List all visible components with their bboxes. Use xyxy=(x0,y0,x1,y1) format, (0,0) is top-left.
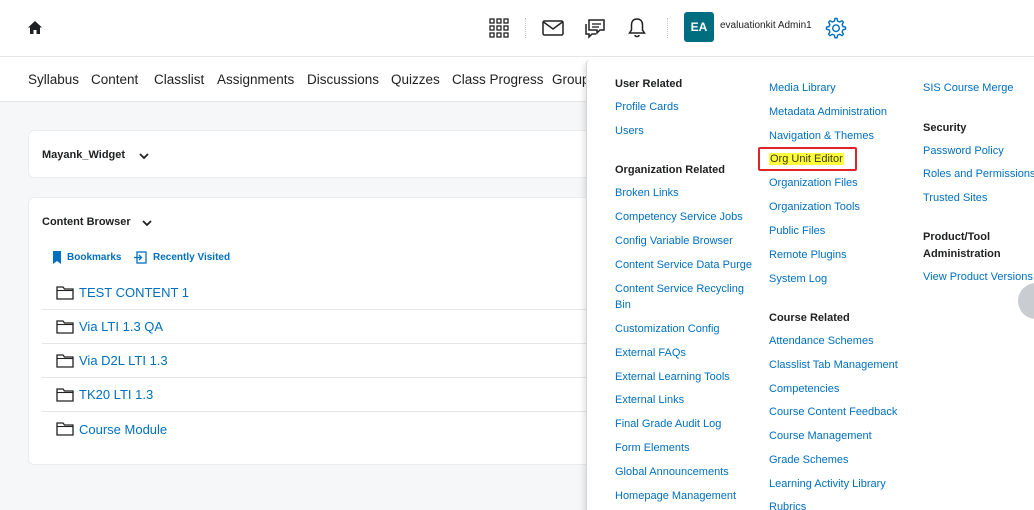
top-bar: EA evaluationkit Admin1 xyxy=(0,0,1034,56)
menu-attendance-schemes[interactable]: Attendance Schemes xyxy=(769,333,874,349)
list-item[interactable]: Via LTI 1.3 QA xyxy=(42,310,629,344)
list-item[interactable]: TK20 LTI 1.3 xyxy=(42,378,629,412)
menu-trusted-sites[interactable]: Trusted Sites xyxy=(923,190,987,206)
bell-icon[interactable] xyxy=(623,14,651,42)
course-related-heading: Course Related xyxy=(769,312,850,324)
user-name[interactable]: evaluationkit Admin1 xyxy=(720,20,812,31)
product-tool-heading: Product/Tool xyxy=(923,231,991,243)
menu-system-log[interactable]: System Log xyxy=(769,271,827,287)
nav-classlist[interactable]: Classlist xyxy=(154,72,204,87)
content-browser-card: Content Browser Bookmarks Recently Visit… xyxy=(28,197,629,465)
bookmarks-label: Bookmarks xyxy=(67,252,122,263)
folder-icon xyxy=(56,319,74,334)
menu-sis-course-merge[interactable]: SIS Course Merge xyxy=(923,80,1013,96)
menu-competencies[interactable]: Competencies xyxy=(769,381,839,397)
nav-groups[interactable]: Group xyxy=(552,72,590,87)
menu-competency-service-jobs[interactable]: Competency Service Jobs xyxy=(615,209,743,225)
widget-title: Mayank_Widget xyxy=(42,149,126,161)
recently-visited-icon xyxy=(134,251,147,264)
folder-icon xyxy=(56,422,74,436)
menu-navigation-themes[interactable]: Navigation & Themes xyxy=(769,128,874,144)
recently-visited-link[interactable]: Recently Visited xyxy=(134,251,230,264)
menu-content-service-recycling-bin-cont[interactable]: Bin xyxy=(615,297,631,313)
user-related-heading: User Related xyxy=(615,78,683,90)
nav-class-progress[interactable]: Class Progress xyxy=(452,72,544,87)
security-heading: Security xyxy=(923,122,967,134)
gear-icon[interactable] xyxy=(822,14,850,42)
menu-classlist-tab-management[interactable]: Classlist Tab Management xyxy=(769,357,898,373)
nav-content[interactable]: Content xyxy=(91,72,138,87)
chat-icon[interactable] xyxy=(581,14,609,42)
menu-organization-tools[interactable]: Organization Tools xyxy=(769,199,860,215)
menu-org-unit-editor[interactable]: Org Unit Editor xyxy=(769,151,844,167)
menu-public-files[interactable]: Public Files xyxy=(769,223,825,239)
admin-tools-dropdown: User Related Profile Cards Users Organiz… xyxy=(586,60,1034,510)
content-item-label[interactable]: TEST CONTENT 1 xyxy=(79,285,189,300)
nav-assignments[interactable]: Assignments xyxy=(217,72,294,87)
menu-external-faqs[interactable]: External FAQs xyxy=(615,345,686,361)
menu-organization-files[interactable]: Organization Files xyxy=(769,175,858,191)
menu-learning-activity-library[interactable]: Learning Activity Library xyxy=(769,476,886,492)
content-browser-title: Content Browser xyxy=(42,216,131,228)
organization-related-heading: Organization Related xyxy=(615,164,726,176)
content-item-label[interactable]: Via D2L LTI 1.3 xyxy=(79,353,168,368)
bookmarks-link[interactable]: Bookmarks xyxy=(53,251,121,264)
menu-course-management[interactable]: Course Management xyxy=(769,428,872,444)
menu-roles-and-permissions[interactable]: Roles and Permissions xyxy=(923,166,1034,182)
menu-homepage-management[interactable]: Homepage Management xyxy=(615,488,736,504)
nav-syllabus[interactable]: Syllabus xyxy=(28,72,79,87)
menu-config-variable-browser[interactable]: Config Variable Browser xyxy=(615,233,733,249)
menu-view-product-versions[interactable]: View Product Versions xyxy=(923,269,1033,285)
menu-external-learning-tools[interactable]: External Learning Tools xyxy=(615,369,730,385)
content-item-label[interactable]: Course Module xyxy=(79,422,167,437)
nav-quizzes[interactable]: Quizzes xyxy=(391,72,440,87)
menu-form-elements[interactable]: Form Elements xyxy=(615,440,690,456)
menu-content-service-recycling-bin[interactable]: Content Service Recycling xyxy=(615,281,744,297)
mail-icon[interactable] xyxy=(539,14,567,42)
menu-remote-plugins[interactable]: Remote Plugins xyxy=(769,247,847,263)
menu-metadata-administration[interactable]: Metadata Administration xyxy=(769,104,887,120)
recently-visited-label: Recently Visited xyxy=(153,252,231,263)
menu-customization-config[interactable]: Customization Config xyxy=(615,321,720,337)
list-item[interactable]: Via D2L LTI 1.3 xyxy=(42,344,629,378)
menu-profile-cards[interactable]: Profile Cards xyxy=(615,99,679,115)
separator xyxy=(525,18,526,38)
folder-icon xyxy=(56,285,74,300)
chevron-down-icon[interactable] xyxy=(141,217,153,229)
menu-media-library[interactable]: Media Library xyxy=(769,80,836,96)
administration-heading: Administration xyxy=(923,248,1001,260)
widget-card: Mayank_Widget xyxy=(28,130,628,178)
menu-grade-schemes[interactable]: Grade Schemes xyxy=(769,452,848,468)
avatar[interactable]: EA xyxy=(684,12,714,42)
menu-rubrics[interactable]: Rubrics xyxy=(769,499,806,510)
folder-icon xyxy=(56,353,74,368)
nav-discussions[interactable]: Discussions xyxy=(307,72,379,87)
home-icon[interactable] xyxy=(26,19,44,37)
chevron-down-icon[interactable] xyxy=(138,150,150,162)
menu-broken-links[interactable]: Broken Links xyxy=(615,185,679,201)
menu-content-service-data-purge[interactable]: Content Service Data Purge xyxy=(615,257,752,273)
org-unit-editor-label[interactable]: Org Unit Editor xyxy=(769,153,844,165)
separator xyxy=(667,18,668,38)
list-item[interactable]: TEST CONTENT 1 xyxy=(42,276,629,310)
menu-password-policy[interactable]: Password Policy xyxy=(923,143,1004,159)
grid-icon[interactable] xyxy=(485,14,513,42)
menu-external-links[interactable]: External Links xyxy=(615,392,684,408)
menu-global-announcements[interactable]: Global Announcements xyxy=(615,464,729,480)
folder-icon xyxy=(56,387,74,402)
menu-final-grade-audit-log[interactable]: Final Grade Audit Log xyxy=(615,416,721,432)
content-item-label[interactable]: Via LTI 1.3 QA xyxy=(79,319,163,334)
menu-course-content-feedback[interactable]: Course Content Feedback xyxy=(769,404,897,420)
content-item-label[interactable]: TK20 LTI 1.3 xyxy=(79,387,153,402)
list-item[interactable]: Course Module xyxy=(42,412,629,446)
menu-users[interactable]: Users xyxy=(615,123,644,139)
bookmark-icon xyxy=(53,251,61,264)
